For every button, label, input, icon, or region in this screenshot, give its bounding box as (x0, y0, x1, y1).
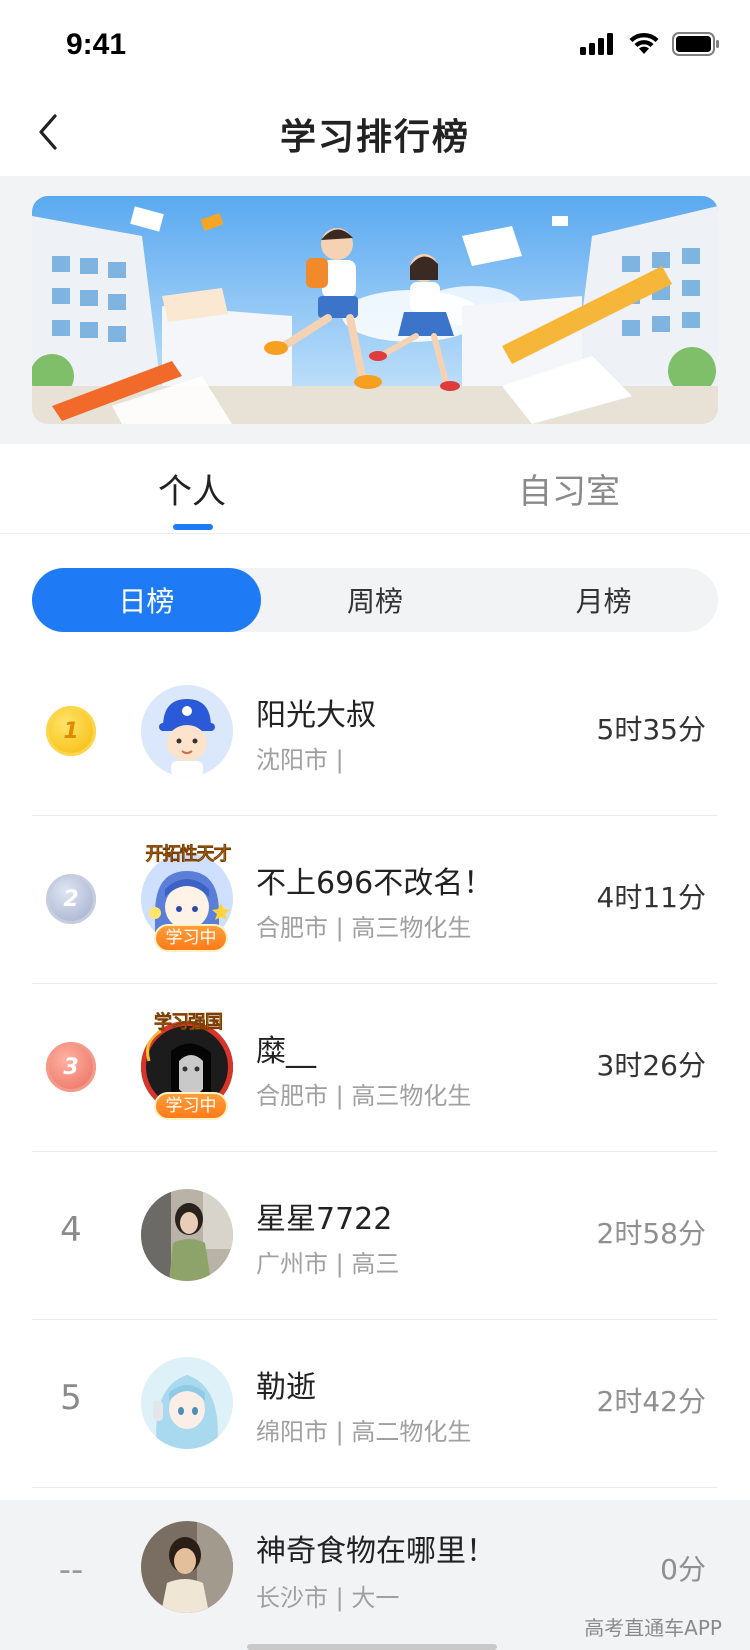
tab-active-indicator (173, 524, 213, 530)
watermark: 高考直通车APP (584, 1616, 722, 1640)
silver-medal-icon: 2 (46, 874, 96, 924)
avatar-frame-title: 开拓性天才 (145, 844, 232, 866)
user-name: 阳光大叔 (256, 698, 376, 733)
avatar-image (141, 1357, 233, 1449)
top-tabs: 个人 自习室 (0, 444, 750, 534)
nav-bar: 学习排行榜 (0, 88, 750, 176)
user-meta: 绵阳市 | 高二物化生 (256, 1418, 472, 1446)
user-meta: 合肥市 | 高三物化生 (256, 914, 472, 942)
user-meta: 合肥市 | 高三物化生 (256, 1082, 472, 1110)
my-rank-row[interactable]: -- 神奇食物在哪里！ 长沙市 | 大一 0分 高考直通车APP (0, 1500, 750, 1650)
avatar[interactable]: 开拓性天才 学习中 (140, 844, 234, 952)
studying-badge: 学习中 (154, 924, 228, 952)
page-title: 学习排行榜 (279, 117, 470, 158)
divider (32, 1487, 718, 1488)
rank-number: 4 (60, 1210, 82, 1250)
studying-badge: 学习中 (154, 1092, 228, 1120)
user-name: 糜__ (256, 1034, 316, 1069)
study-time: 2时58分 (596, 1217, 706, 1250)
banner-image[interactable] (32, 196, 718, 424)
wifi-icon (629, 32, 659, 54)
bronze-medal-icon: 3 (46, 1042, 96, 1092)
avatar[interactable] (140, 1188, 234, 1282)
study-time: 2时42分 (596, 1385, 706, 1418)
list-item[interactable]: 3 学习强国 学习中 糜__ 合肥市 | 高三物化生 3时26分 (0, 984, 750, 1152)
signal-icon (580, 33, 613, 55)
rank-list: 1 阳光大叔 沈阳市 | 5时35分 2 开拓性天才 学习中 不上696不改名！… (0, 648, 750, 1488)
avatar-frame-title: 学习强国 (154, 1012, 224, 1034)
avatar[interactable] (140, 684, 234, 778)
tab-personal[interactable]: 个人 (158, 464, 226, 513)
home-indicator (247, 1644, 497, 1650)
user-meta: 广州市 | 高三 (256, 1250, 400, 1278)
status-icons (580, 32, 720, 56)
segment-daily[interactable]: 日榜 (32, 568, 261, 632)
avatar[interactable] (140, 1520, 234, 1614)
rank-number: 5 (60, 1378, 82, 1418)
avatar[interactable] (140, 1356, 234, 1450)
list-item[interactable]: 5 勒逝 绵阳市 | 高二物化生 2时42分 (0, 1320, 750, 1488)
banner-illustration (32, 196, 718, 424)
user-name: 勒逝 (256, 1370, 316, 1405)
user-meta: 长沙市 | 大一 (256, 1584, 400, 1612)
avatar-image (141, 685, 233, 777)
banner-section (0, 176, 750, 444)
segment-weekly[interactable]: 周榜 (261, 568, 490, 632)
status-bar: 9:41 (0, 0, 750, 88)
avatar-image (141, 1521, 233, 1613)
study-time: 3时26分 (596, 1049, 706, 1082)
list-item[interactable]: 1 阳光大叔 沈阳市 | 5时35分 (0, 648, 750, 816)
user-name: 神奇食物在哪里！ (256, 1534, 496, 1569)
avatar[interactable]: 学习强国 学习中 (140, 1012, 234, 1120)
period-segmented-control: 日榜 周榜 月榜 (32, 568, 718, 632)
study-time: 0分 (660, 1553, 706, 1586)
study-time: 4时11分 (596, 881, 706, 914)
status-time: 9:41 (66, 28, 127, 61)
segment-monthly[interactable]: 月榜 (489, 568, 718, 632)
study-time: 5时35分 (596, 713, 706, 746)
user-meta: 沈阳市 | (256, 746, 344, 774)
list-item[interactable]: 2 开拓性天才 学习中 不上696不改名！ 合肥市 | 高三物化生 4时11分 (0, 816, 750, 984)
rank-number: -- (58, 1550, 84, 1590)
gold-medal-icon: 1 (46, 706, 96, 756)
battery-icon (672, 32, 719, 56)
user-name: 不上696不改名！ (256, 866, 494, 901)
list-item[interactable]: 4 星星7722 广州市 | 高三 2时58分 (0, 1152, 750, 1320)
user-name: 星星7722 (256, 1202, 393, 1237)
tab-study-room[interactable]: 自习室 (518, 464, 620, 513)
avatar-image (141, 1189, 233, 1281)
